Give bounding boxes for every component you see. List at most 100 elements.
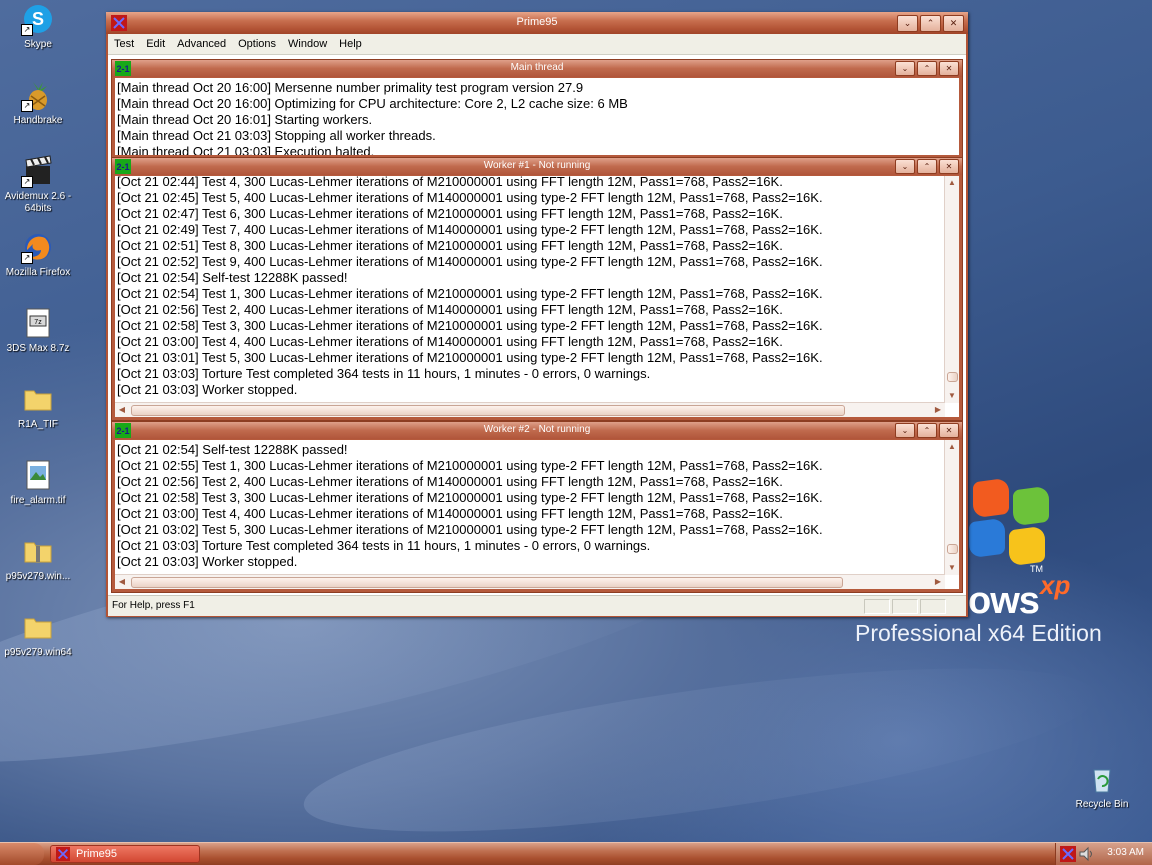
menu-advanced[interactable]: Advanced	[171, 34, 232, 54]
worker2-vertical-scrollbar[interactable]: ▲ ▼	[944, 440, 959, 575]
child-maximize-button[interactable]: ⌃	[917, 159, 937, 174]
log-line: [Oct 21 02:51] Test 8, 300 Lucas-Lehmer …	[117, 238, 783, 253]
desktop-icon-fire-alarm[interactable]: fire_alarm.tif	[0, 458, 76, 507]
log-line: [Oct 21 02:56] Test 2, 400 Lucas-Lehmer …	[117, 474, 783, 489]
desktop-icon-3dsmax[interactable]: 7z 3DS Max 8.7z	[0, 306, 76, 355]
window-titlebar[interactable]: Prime95 ⌄ ⌃ ✕	[106, 12, 968, 34]
desktop-icon-skype[interactable]: S ↗ Skype	[0, 2, 76, 51]
clock[interactable]: 3:03 AM	[1107, 847, 1144, 858]
worker1-title: Worker #1 - Not running	[483, 160, 591, 171]
child-minimize-button[interactable]: ⌄	[895, 159, 915, 174]
menu-help[interactable]: Help	[333, 34, 368, 54]
child-close-button[interactable]: ✕	[939, 61, 959, 76]
status-text: For Help, press F1	[112, 600, 195, 611]
desktop-icon-firefox[interactable]: ↗ Mozilla Firefox	[0, 230, 76, 279]
status-bar: For Help, press F1	[108, 595, 966, 616]
prime95-window: Prime95 ⌄ ⌃ ✕ Test Edit Advanced Options Windo…	[106, 12, 968, 617]
scroll-up-icon[interactable]: ▲	[945, 176, 959, 190]
child-maximize-button[interactable]: ⌃	[917, 423, 937, 438]
flag-red-icon	[973, 477, 1009, 519]
log-line: [Oct 21 02:58] Test 3, 300 Lucas-Lehmer …	[117, 318, 823, 333]
desktop-icon-p95-folder[interactable]: p95v279.win64	[0, 610, 76, 659]
child-close-button[interactable]: ✕	[939, 159, 959, 174]
close-button[interactable]: ✕	[943, 15, 964, 32]
log-line: [Oct 21 02:55] Test 1, 300 Lucas-Lehmer …	[117, 458, 823, 473]
menu-test[interactable]: Test	[108, 34, 140, 54]
shortcut-arrow-icon: ↗	[21, 176, 33, 188]
main-thread-log: [Main thread Oct 20 16:00] Mersenne numb…	[115, 78, 959, 155]
log-line: [Oct 21 02:54] Self-test 12288K passed!	[117, 442, 348, 457]
desktop-icon-label: Avidemux 2.6 - 64bits	[4, 191, 72, 214]
scroll-up-icon[interactable]: ▲	[945, 440, 959, 454]
child-minimize-button[interactable]: ⌄	[895, 61, 915, 76]
worker1-titlebar[interactable]: 2-1 Worker #1 - Not running ⌄ ⌃ ✕	[112, 158, 962, 175]
image-file-icon	[26, 460, 50, 490]
worker1-horizontal-scrollbar[interactable]: ◀ ▶	[115, 402, 945, 417]
desktop-icon-label: p95v279.win64	[4, 647, 72, 658]
worker1-vertical-scrollbar[interactable]: ▲ ▼	[944, 176, 959, 403]
wallpaper-brand: ows	[968, 580, 1040, 622]
main-thread-titlebar[interactable]: 2-1 Main thread ⌄ ⌃ ✕	[112, 60, 962, 77]
scroll-left-icon[interactable]: ◀	[115, 575, 129, 589]
log-line: [Main thread Oct 21 03:03] Stopping all …	[117, 128, 436, 143]
log-line: [Oct 21 03:02] Test 5, 300 Lucas-Lehmer …	[117, 522, 823, 537]
status-panel	[892, 599, 918, 614]
menu-window[interactable]: Window	[282, 34, 333, 54]
desktop-icon-label: Skype	[24, 39, 52, 50]
worker2-titlebar[interactable]: 2-1 Worker #2 - Not running ⌄ ⌃ ✕	[112, 422, 962, 439]
minimize-button[interactable]: ⌄	[897, 15, 918, 32]
prime95-tray-icon[interactable]	[1060, 846, 1076, 862]
desktop-icon-label: 3DS Max 8.7z	[6, 343, 70, 354]
shortcut-arrow-icon: ↗	[21, 252, 33, 264]
log-line: [Oct 21 02:45] Test 5, 400 Lucas-Lehmer …	[117, 190, 823, 205]
worker2-vscroll-thumb[interactable]	[947, 544, 958, 554]
log-line: [Oct 21 02:54] Self-test 12288K passed!	[117, 270, 348, 285]
worker2-hscroll-thumb[interactable]	[131, 577, 843, 588]
flag-yellow-icon	[1009, 525, 1045, 567]
child-close-button[interactable]: ✕	[939, 423, 959, 438]
menu-edit[interactable]: Edit	[140, 34, 171, 54]
log-line: [Oct 21 03:03] Worker stopped.	[117, 554, 298, 569]
child-maximize-button[interactable]: ⌃	[917, 61, 937, 76]
scroll-down-icon[interactable]: ▼	[945, 389, 959, 403]
scroll-right-icon[interactable]: ▶	[931, 403, 945, 417]
worker1-hscroll-thumb[interactable]	[131, 405, 845, 416]
scroll-left-icon[interactable]: ◀	[115, 403, 129, 417]
recycle-bin-icon	[1093, 769, 1111, 793]
start-button[interactable]	[0, 843, 44, 865]
folder-icon	[24, 390, 52, 411]
speaker-icon[interactable]	[1078, 846, 1094, 862]
log-line: [Main thread Oct 20 16:00] Mersenne numb…	[117, 80, 584, 95]
worker1-vscroll-thumb[interactable]	[947, 372, 958, 382]
desktop-icon-avidemux[interactable]: ↗ Avidemux 2.6 - 64bits	[0, 154, 76, 215]
maximize-button[interactable]: ⌃	[920, 15, 941, 32]
desktop-icon-label: p95v279.win...	[5, 571, 71, 582]
log-line: [Oct 21 02:56] Test 2, 400 Lucas-Lehmer …	[117, 302, 783, 317]
log-line: [Oct 21 02:52] Test 9, 400 Lucas-Lehmer …	[117, 254, 823, 269]
worker2-horizontal-scrollbar[interactable]: ◀ ▶	[115, 574, 945, 589]
desktop-icon-r1a-tif[interactable]: R1A_TIF	[0, 382, 76, 431]
mdi-client-area: 2-1 Main thread ⌄ ⌃ ✕ [Main thread Oct 20 …	[108, 55, 966, 595]
desktop-icon-label: Handbrake	[13, 115, 63, 126]
archive-icon: 7z	[26, 308, 50, 338]
desktop-icon-handbrake[interactable]: ↗ Handbrake	[0, 78, 76, 127]
flag-green-icon	[1013, 485, 1049, 527]
wallpaper-edition: Professional x64 Edition	[855, 620, 1102, 646]
desktop-icon-recycle-bin[interactable]: Recycle Bin	[1064, 762, 1140, 811]
menu-bar: Test Edit Advanced Options Window Help	[108, 34, 966, 55]
window-controls: ⌄ ⌃ ✕	[895, 15, 964, 32]
child-minimize-button[interactable]: ⌄	[895, 423, 915, 438]
taskbar-item-prime95[interactable]: Prime95	[50, 845, 200, 863]
log-line: [Oct 21 03:00] Test 4, 400 Lucas-Lehmer …	[117, 506, 783, 521]
scroll-right-icon[interactable]: ▶	[931, 575, 945, 589]
menu-options[interactable]: Options	[232, 34, 282, 54]
log-line: [Oct 21 02:44] Test 4, 300 Lucas-Lehmer …	[117, 176, 783, 189]
worker2-log: [Oct 21 02:54] Self-test 12288K passed! …	[115, 440, 959, 589]
wallpaper-xp: xp	[1040, 570, 1071, 600]
desktop-icon-p95-zip[interactable]: p95v279.win...	[0, 534, 76, 583]
log-line: [Oct 21 03:01] Test 5, 300 Lucas-Lehmer …	[117, 350, 823, 365]
scroll-down-icon[interactable]: ▼	[945, 561, 959, 575]
worker2-title: Worker #2 - Not running	[483, 424, 591, 435]
log-line: [Oct 21 03:03] Torture Test completed 36…	[117, 538, 651, 553]
log-line: [Main thread Oct 20 16:00] Optimizing fo…	[117, 96, 628, 111]
